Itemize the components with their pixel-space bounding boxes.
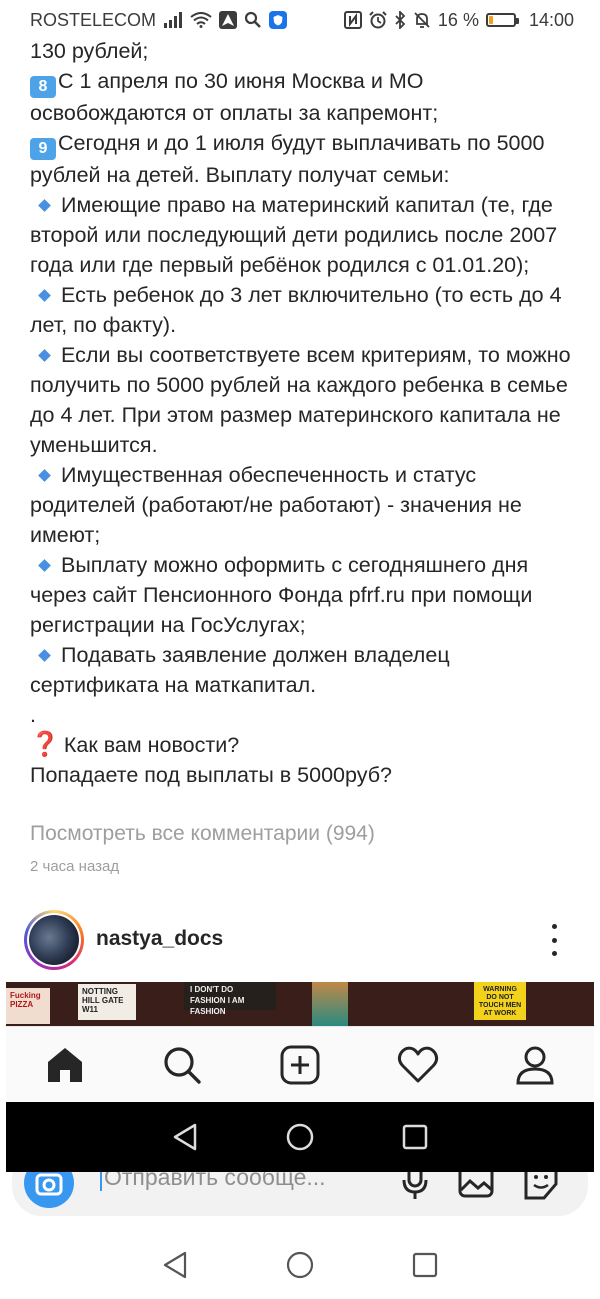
username[interactable]: nastya_docs <box>96 927 223 951</box>
search-notification-icon <box>244 11 262 29</box>
view-all-comments-link[interactable]: Посмотреть все комментарии (994) <box>30 822 375 846</box>
new-post-button[interactable] <box>270 1035 330 1095</box>
post-image[interactable]: Fucking PIZZA NOTTING HILL GATE W11 I DO… <box>6 982 594 1026</box>
navigation-app-icon <box>219 11 238 29</box>
caption-question-2: Попадаете под выплаты в 5000руб? <box>30 763 392 787</box>
wifi-icon <box>190 12 212 28</box>
home-button[interactable] <box>35 1035 95 1095</box>
carrier-name: ROSTELECOM <box>30 9 157 30</box>
recents-icon[interactable] <box>411 1251 439 1279</box>
caption-bullet-text: Есть ребенок до 3 лет включительно (то е… <box>30 283 562 337</box>
avatar-border <box>27 913 81 967</box>
signal-icon <box>163 12 183 28</box>
caption-dot: . <box>30 703 36 727</box>
caption-item-8: 8С 1 апреля по 30 июня Москва и МО освоб… <box>30 66 575 128</box>
caption-bullet: Выплату можно оформить с сегодняшнего дн… <box>30 550 575 640</box>
caption-line-intro: 130 рублей; <box>30 39 149 63</box>
avatar[interactable] <box>24 910 84 970</box>
status-bar: ROSTELECOM 16 % 14:00 <box>0 0 600 40</box>
clock: 14:00 <box>528 9 574 30</box>
caption-item-9-text: Сегодня и до 1 июля будут выплачивать по… <box>30 131 545 187</box>
question-mark-icon: ❓ <box>30 731 60 758</box>
post-caption: 130 рублей; 8С 1 апреля по 30 июня Москв… <box>30 36 575 790</box>
caption-item-8-text: С 1 апреля по 30 июня Москва и МО освобо… <box>30 69 439 125</box>
back-icon[interactable] <box>171 1122 199 1152</box>
caption-bullet-text: Выплату можно оформить с сегодняшнего дн… <box>30 553 533 637</box>
blue-diamond-icon <box>38 468 51 482</box>
search-button[interactable] <box>152 1035 212 1095</box>
caption-bullet: Есть ребенок до 3 лет включительно (то е… <box>30 280 575 340</box>
battery-percent: 16 % <box>437 9 479 30</box>
keycap-9-icon: 9 <box>30 138 56 160</box>
bottom-navigation <box>6 1026 594 1102</box>
more-options-icon[interactable] <box>550 924 558 956</box>
search-icon <box>164 1046 202 1084</box>
mute-bell-icon <box>413 11 431 29</box>
post-timestamp: 2 часа назад <box>30 858 120 875</box>
poster-figure <box>312 982 348 1026</box>
home-icon <box>47 1047 82 1082</box>
post-header: nastya_docs <box>0 908 600 972</box>
caption-bullet-text: Имеющие право на материнский капитал (те… <box>30 193 558 277</box>
caption-bullet-text: Подавать заявление должен владелец серти… <box>30 643 450 697</box>
caption-question-1-text: Как вам новости? <box>63 733 240 757</box>
heart-icon <box>397 1046 438 1082</box>
blue-diamond-icon <box>38 648 51 662</box>
home-circle-icon[interactable] <box>285 1250 315 1280</box>
blue-diamond-icon <box>38 348 51 362</box>
shield-app-icon <box>269 11 288 29</box>
profile-button[interactable] <box>505 1035 565 1095</box>
avatar-image <box>29 915 79 965</box>
profile-icon <box>516 1046 554 1084</box>
warning-sign: WARNING DO NOT TOUCH MEN AT WORK <box>474 982 526 1020</box>
caption-bullet: Если вы соответствуете всем критериям, т… <box>30 340 575 460</box>
caption-bullet: Имеющие право на материнский капитал (те… <box>30 190 575 280</box>
system-navigation-bar <box>0 1230 600 1299</box>
caption-item-9: 9 Сегодня и до 1 июля будут выплачивать п… <box>30 128 575 190</box>
home-circle-icon[interactable] <box>285 1122 315 1152</box>
overlay-navigation-bar <box>6 1102 594 1172</box>
caption-bullet: Имущественная обеспеченность и статус ро… <box>30 460 575 550</box>
caption-bullet: Подавать заявление должен владелец серти… <box>30 640 575 700</box>
caption-bullet-text: Имущественная обеспеченность и статус ро… <box>30 463 522 547</box>
add-post-icon <box>280 1045 320 1084</box>
status-bar-right: 16 % 14:00 <box>343 9 574 31</box>
notting-hill-sign: NOTTING HILL GATE W11 <box>78 984 136 1020</box>
caption-question-1: ❓ Как вам новости? <box>30 730 575 760</box>
blue-diamond-icon <box>38 558 51 572</box>
battery-icon <box>485 13 519 27</box>
keycap-8-icon: 8 <box>30 76 56 98</box>
caption-bullet-text: Если вы соответствуете всем критериям, т… <box>30 343 571 457</box>
blue-diamond-icon <box>38 288 51 302</box>
bluetooth-icon <box>394 11 406 29</box>
alarm-icon <box>369 11 387 29</box>
back-icon[interactable] <box>161 1250 189 1280</box>
blue-diamond-icon <box>38 198 51 212</box>
recents-icon[interactable] <box>401 1123 429 1151</box>
battery-fill <box>488 16 493 24</box>
pizza-sign: Fucking PIZZA <box>6 988 50 1024</box>
status-bar-left: ROSTELECOM <box>30 9 288 31</box>
fashion-sign: I DON'T DO FASHION I AM FASHION <box>184 982 276 1016</box>
activity-button[interactable] <box>388 1035 448 1095</box>
nfc-icon <box>343 11 362 29</box>
